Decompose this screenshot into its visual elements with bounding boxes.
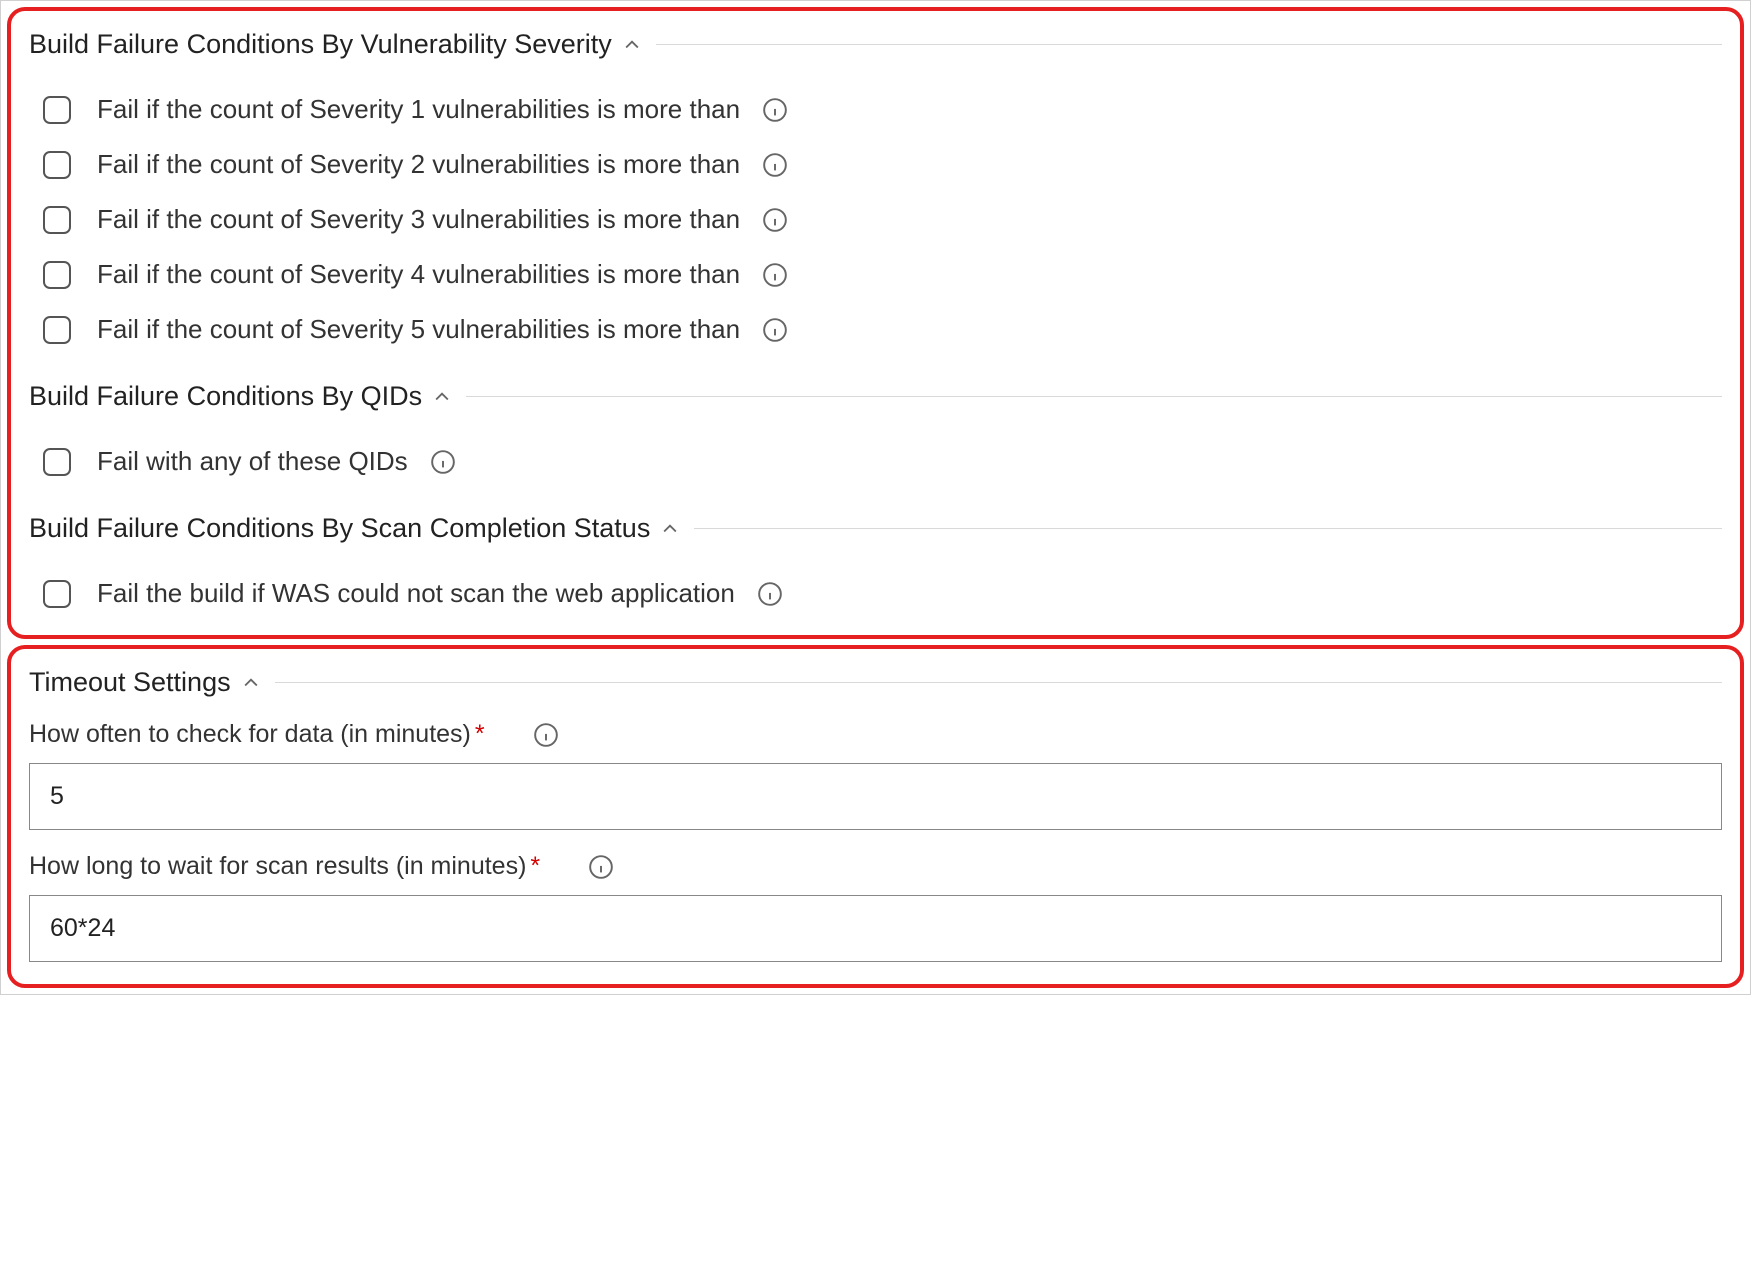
info-icon[interactable] [762, 262, 788, 288]
info-icon[interactable] [762, 317, 788, 343]
severity-1-row: Fail if the count of Severity 1 vulnerab… [29, 82, 1722, 137]
severity-5-label: Fail if the count of Severity 5 vulnerab… [97, 314, 740, 345]
severity-4-checkbox[interactable] [43, 261, 71, 289]
severity-3-label: Fail if the count of Severity 3 vulnerab… [97, 204, 740, 235]
failure-conditions-panel: Build Failure Conditions By Vulnerabilit… [7, 7, 1744, 639]
info-icon[interactable] [762, 97, 788, 123]
chevron-up-icon [660, 519, 680, 539]
divider [466, 396, 1722, 397]
severity-3-row: Fail if the count of Severity 3 vulnerab… [29, 192, 1722, 247]
chevron-up-icon [622, 35, 642, 55]
check-interval-label-row: How often to check for data (in minutes)… [29, 720, 1722, 749]
status-checkbox[interactable] [43, 580, 71, 608]
status-row: Fail the build if WAS could not scan the… [29, 566, 1722, 613]
section-header-status[interactable]: Build Failure Conditions By Scan Complet… [29, 513, 1722, 544]
qids-checkbox[interactable] [43, 448, 71, 476]
info-icon[interactable] [762, 152, 788, 178]
section-header-timeout[interactable]: Timeout Settings [29, 667, 1722, 698]
wait-results-input[interactable] [29, 895, 1722, 962]
required-indicator: * [530, 852, 540, 881]
info-icon[interactable] [588, 854, 614, 880]
chevron-up-icon [432, 387, 452, 407]
section-title-severity: Build Failure Conditions By Vulnerabilit… [29, 29, 612, 60]
info-icon[interactable] [757, 581, 783, 607]
qids-label: Fail with any of these QIDs [97, 446, 408, 477]
severity-1-label: Fail if the count of Severity 1 vulnerab… [97, 94, 740, 125]
section-title-qids: Build Failure Conditions By QIDs [29, 381, 422, 412]
wait-results-label: How long to wait for scan results (in mi… [29, 852, 526, 881]
severity-4-label: Fail if the count of Severity 4 vulnerab… [97, 259, 740, 290]
section-header-severity[interactable]: Build Failure Conditions By Vulnerabilit… [29, 29, 1722, 60]
info-icon[interactable] [762, 207, 788, 233]
check-interval-input[interactable] [29, 763, 1722, 830]
info-icon[interactable] [533, 722, 559, 748]
severity-4-row: Fail if the count of Severity 4 vulnerab… [29, 247, 1722, 302]
info-icon[interactable] [430, 449, 456, 475]
severity-2-checkbox[interactable] [43, 151, 71, 179]
section-title-status: Build Failure Conditions By Scan Complet… [29, 513, 650, 544]
check-interval-label: How often to check for data (in minutes) [29, 720, 471, 749]
divider [275, 682, 1722, 683]
severity-2-label: Fail if the count of Severity 2 vulnerab… [97, 149, 740, 180]
severity-1-checkbox[interactable] [43, 96, 71, 124]
severity-5-checkbox[interactable] [43, 316, 71, 344]
qids-row: Fail with any of these QIDs [29, 434, 1722, 489]
severity-5-row: Fail if the count of Severity 5 vulnerab… [29, 302, 1722, 357]
required-indicator: * [475, 720, 485, 749]
section-title-timeout: Timeout Settings [29, 667, 231, 698]
wait-results-label-row: How long to wait for scan results (in mi… [29, 852, 1722, 881]
severity-3-checkbox[interactable] [43, 206, 71, 234]
chevron-up-icon [241, 673, 261, 693]
status-label: Fail the build if WAS could not scan the… [97, 578, 735, 609]
section-header-qids[interactable]: Build Failure Conditions By QIDs [29, 381, 1722, 412]
divider [694, 528, 1722, 529]
divider [656, 44, 1722, 45]
timeout-settings-panel: Timeout Settings How often to check for … [7, 645, 1744, 988]
severity-2-row: Fail if the count of Severity 2 vulnerab… [29, 137, 1722, 192]
